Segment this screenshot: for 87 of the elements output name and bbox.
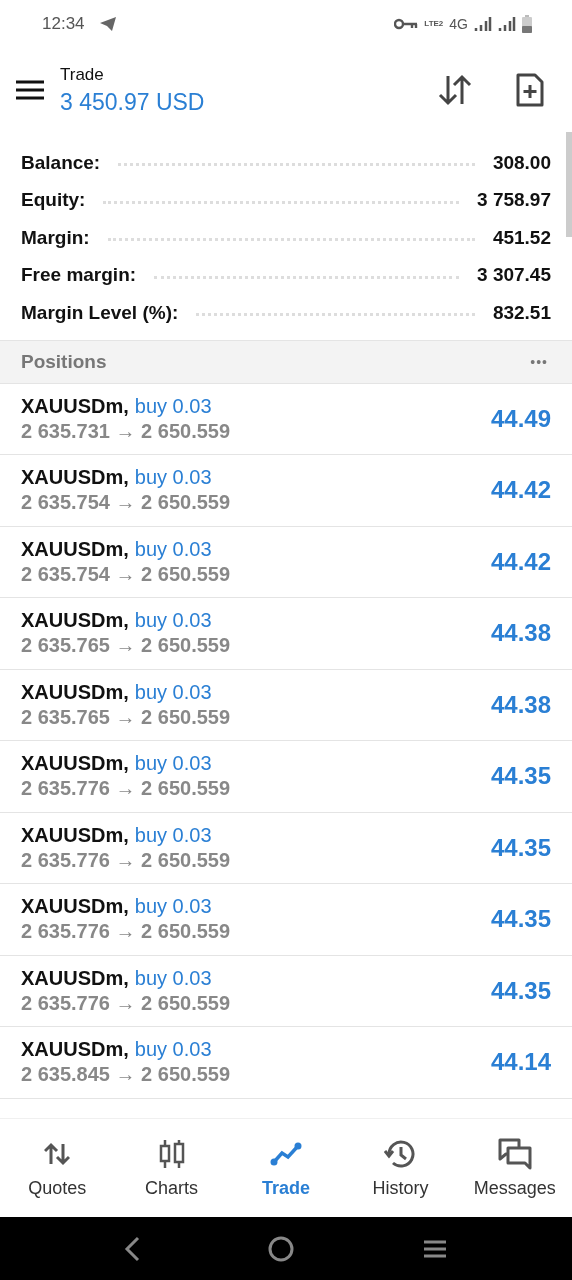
menu-icon[interactable] [16,80,44,100]
price-range: 2 635.776 → 2 650.559 [21,920,232,944]
symbol-name: XAUUSDm, [21,1038,129,1062]
position-row[interactable]: XAUUSDm, buy 0.03 2 635.776 → 2 650.559 44.35 [0,955,572,1027]
profit-value: 44.35 [490,833,551,862]
signal-icon [498,16,516,32]
section-title: Positions [21,350,107,373]
order-type: buy 0.03 [134,752,212,776]
price-range: 2 635.765 → 2 650.559 [21,705,232,729]
signal-icon [474,16,492,32]
order-type: buy 0.03 [134,1038,212,1062]
nav-tab[interactable]: Trade [228,1119,344,1217]
nav-tab[interactable]: Quotes [0,1119,115,1217]
position-row[interactable]: XAUUSDm, buy 0.03 2 635.731 → 2 650.559 44.49 [0,383,572,455]
price-range: 2 635.776 → 2 650.559 [21,991,232,1015]
price-range: 2 635.754 → 2 650.559 [21,562,232,586]
symbol-name: XAUUSDm, [21,895,129,919]
up-down-arrows-icon [44,1141,71,1166]
position-row[interactable]: XAUUSDm, buy 0.03 2 635.754 → 2 650.559 44.42 [0,526,572,598]
clock-time: 12:34 [42,14,85,34]
volte-label: LTE2 [424,20,444,28]
summary-label: Balance: [21,151,101,174]
price-range: 2 635.765 → 2 650.559 [21,634,232,658]
more-menu[interactable]: ••• [530,353,548,370]
network-type: 4G [449,16,468,32]
sort-arrows-icon [438,74,472,106]
position-row[interactable]: XAUUSDm, buy 0.03 2 635.776 → 2 650.559 44.35 [0,812,572,884]
order-type: buy 0.03 [134,966,212,990]
summary-label: Equity: [21,189,86,212]
profit-value: 44.35 [490,762,551,791]
symbol-name: XAUUSDm, [21,680,129,704]
symbol-name: XAUUSDm, [21,823,129,847]
order-type: buy 0.03 [134,394,212,418]
symbol-name: XAUUSDm, [21,394,129,418]
profit-value: 44.38 [490,619,551,648]
screen-title: Trade [60,64,105,85]
position-row[interactable]: XAUUSDm, buy 0.03 2 635.776 → 2 650.559 44.35 [0,884,572,956]
history-icon [384,1138,417,1169]
summary-label: Margin: [21,226,90,249]
order-type: buy 0.03 [134,680,212,704]
line-chart-icon [270,1141,302,1166]
profit-value: 44.49 [490,404,551,433]
battery-icon [522,15,532,33]
profit-value: 44.42 [490,547,551,576]
summary-value: 3 758.97 [477,189,551,212]
chat-bubbles-icon [496,1137,533,1170]
price-range: 2 635.776 → 2 650.559 [21,777,232,801]
back-icon[interactable] [124,1235,140,1262]
summary-value: 3 307.45 [477,264,551,287]
order-type: buy 0.03 [134,466,212,490]
symbol-name: XAUUSDm, [21,466,129,490]
summary-label: Margin Level (%): [21,301,179,324]
position-row[interactable]: XAUUSDm, buy 0.03 2 635.845 → 2 650.559 44.14 [0,1027,572,1099]
account-balance: 3 450.97 USD [60,88,206,116]
position-row[interactable]: XAUUSDm, buy 0.03 2 635.765 → 2 650.559 44.38 [0,669,572,741]
candlestick-icon [158,1138,185,1169]
key-icon [394,18,419,30]
summary-label: Free margin: [21,264,137,287]
position-row[interactable]: XAUUSDm, buy 0.03 2 635.776 → 2 650.559 44.35 [0,741,572,813]
symbol-name: XAUUSDm, [21,537,129,561]
profit-value: 44.35 [490,905,551,934]
summary-value: 451.52 [492,226,551,249]
price-range: 2 635.776 → 2 650.559 [21,848,232,872]
paper-plane-icon [98,16,117,32]
profit-value: 44.35 [490,976,551,1005]
profit-value: 44.42 [490,476,551,505]
order-type: buy 0.03 [134,895,212,919]
nav-tab[interactable]: Messages [457,1119,572,1217]
position-row[interactable]: XAUUSDm, buy 0.03 2 635.765 → 2 650.559 44.38 [0,598,572,670]
price-range: 2 635.754 → 2 650.559 [21,491,232,515]
position-row[interactable]: XAUUSDm, buy 0.03 2 635.754 → 2 650.559 44.42 [0,455,572,527]
summary-value: 308.00 [492,151,551,174]
order-type: buy 0.03 [134,823,212,847]
document-plus-icon [516,73,544,107]
price-range: 2 635.731 → 2 650.559 [21,419,232,443]
symbol-name: XAUUSDm, [21,752,129,776]
nav-tab[interactable]: History [343,1119,458,1217]
home-icon[interactable] [268,1235,294,1262]
price-range: 2 635.845 → 2 650.559 [21,1063,232,1087]
symbol-name: XAUUSDm, [21,609,129,633]
symbol-name: XAUUSDm, [21,966,129,990]
order-type: buy 0.03 [134,609,212,633]
nav-tab[interactable]: Charts [114,1119,229,1217]
summary-value: 832.51 [492,301,551,324]
profit-value: 44.14 [490,1048,551,1077]
profit-value: 44.38 [490,690,551,719]
order-type: buy 0.03 [134,537,212,561]
